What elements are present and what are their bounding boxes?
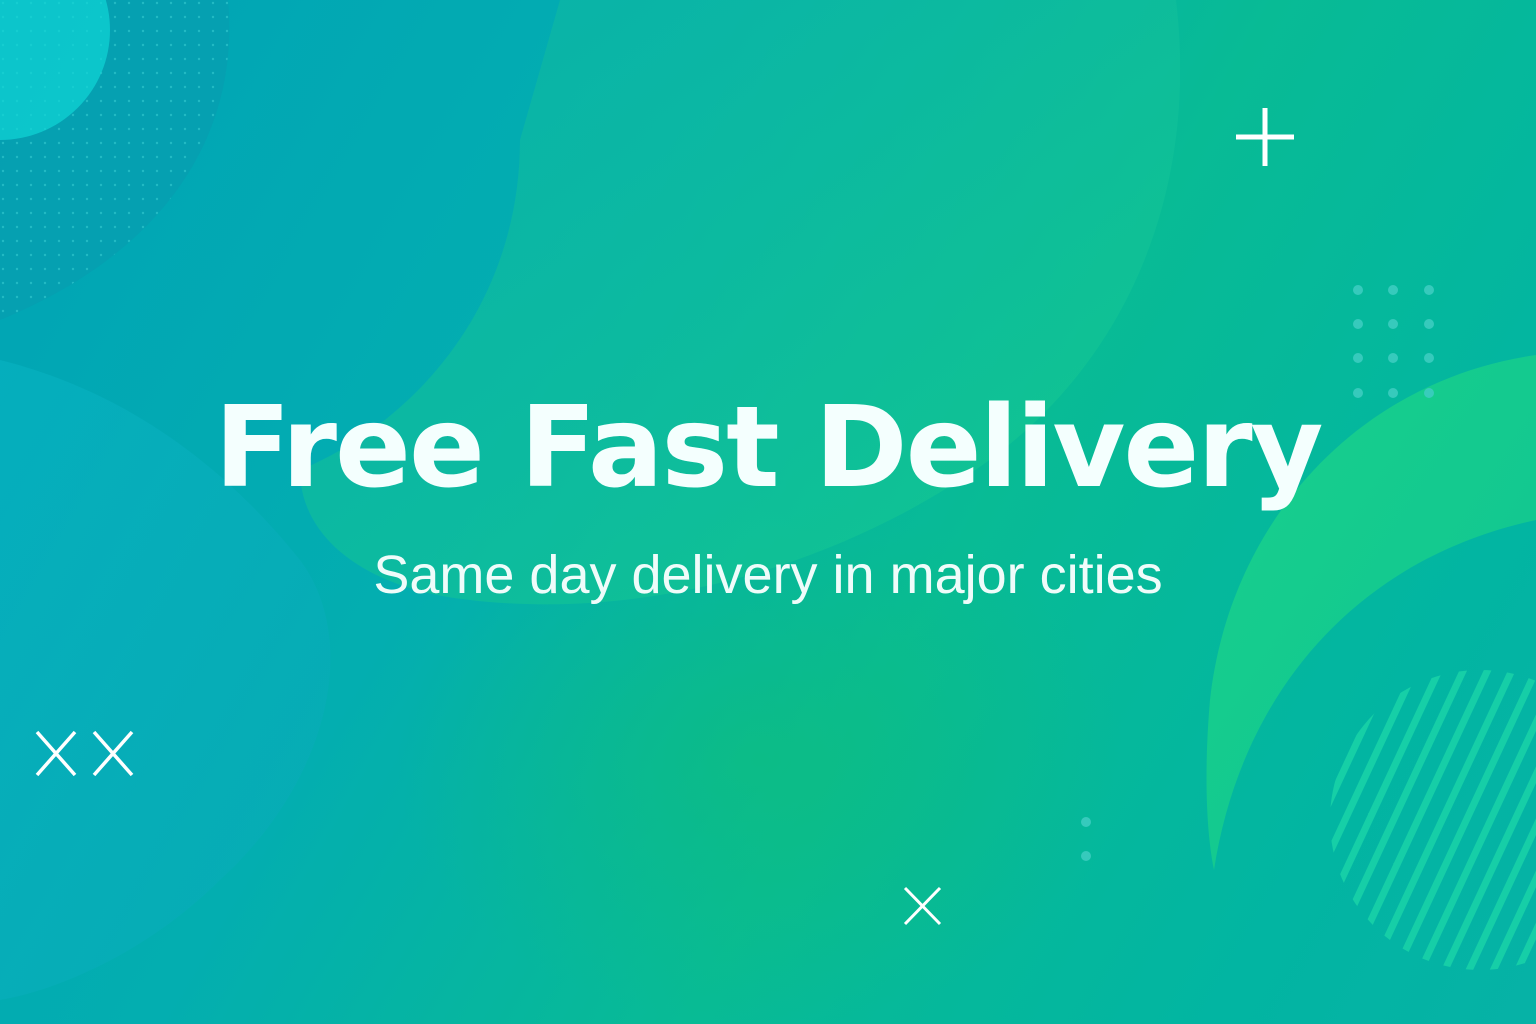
headline: Free Fast Delivery — [214, 383, 1323, 513]
subheadline: Same day delivery in major cities — [373, 545, 1163, 605]
striped-circle — [1330, 670, 1536, 970]
dot-grid — [1081, 817, 1091, 861]
plus-icon — [1236, 108, 1294, 166]
promo-banner: Free Fast Delivery Same day delivery in … — [0, 0, 1536, 1024]
cross-icon — [903, 886, 942, 926]
